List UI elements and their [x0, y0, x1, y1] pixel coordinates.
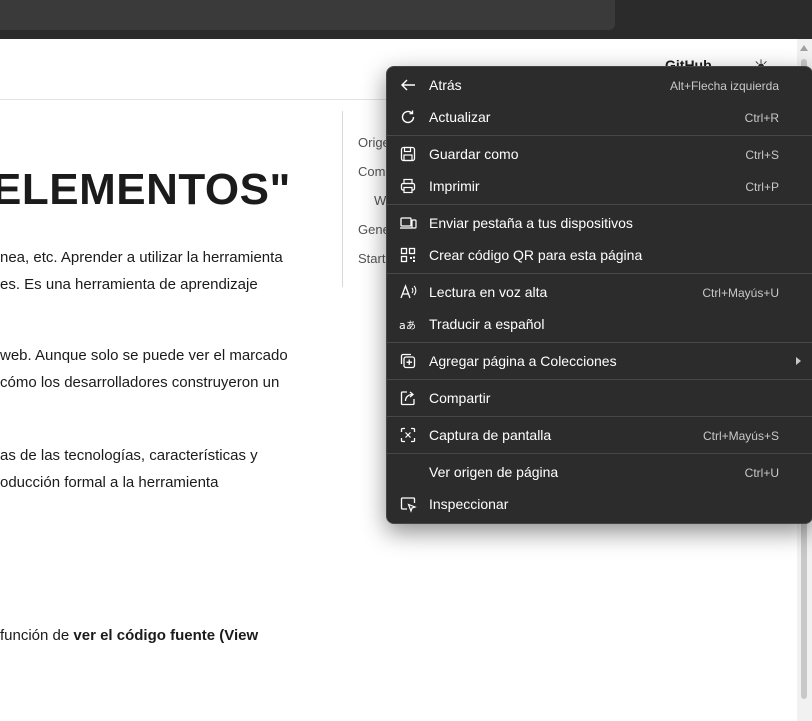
- menu-item-shortcut: Ctrl+Mayús+S: [702, 429, 779, 443]
- menu-separator: [387, 379, 812, 380]
- share-icon: [399, 389, 417, 407]
- menu-item-label: Guardar como: [429, 146, 519, 162]
- paragraph-3: as de las tecnologías, características y…: [0, 442, 258, 496]
- back-arrow-icon: [399, 76, 417, 94]
- paragraph-line: nea, etc. Aprender a utilizar la herrami…: [0, 249, 283, 266]
- paragraph-bold-text: ver el código fuente (View: [73, 627, 259, 644]
- menu-item-read-aloud[interactable]: Lectura en voz alta Ctrl+Mayús+U: [387, 276, 812, 308]
- paragraph-line: cómo los desarrolladores construyeron un: [0, 374, 280, 391]
- menu-item-shortcut: Ctrl+P: [745, 180, 779, 194]
- menu-item-screenshot[interactable]: Captura de pantalla Ctrl+Mayús+S: [387, 419, 812, 451]
- paragraph-line: as de las tecnologías, características y: [0, 447, 258, 464]
- menu-item-label: Atrás: [429, 77, 462, 93]
- menu-item-send-tab[interactable]: Enviar pestaña a tus dispositivos: [387, 207, 812, 239]
- menu-separator: [387, 453, 812, 454]
- screenshot-icon: [399, 426, 417, 444]
- devices-icon: [399, 214, 417, 232]
- paragraph-text: función de: [0, 627, 74, 644]
- menu-item-save-as[interactable]: Guardar como Ctrl+S: [387, 138, 812, 170]
- inspect-icon: [399, 495, 417, 513]
- menu-item-back[interactable]: Atrás Alt+Flecha izquierda: [387, 69, 812, 101]
- refresh-icon: [399, 108, 417, 126]
- paragraph-2: web. Aunque solo se puede ver el marcado…: [0, 342, 288, 396]
- qr-code-icon: [399, 246, 417, 264]
- translate-icon: aあ: [399, 315, 417, 333]
- page-title: ELEMENTOS": [0, 165, 291, 214]
- context-menu: Atrás Alt+Flecha izquierda Actualizar Ct…: [386, 66, 812, 524]
- toc-item[interactable]: Gene: [358, 222, 387, 237]
- print-icon: [399, 177, 417, 195]
- collections-icon: [399, 352, 417, 370]
- paragraph-4: función de ver el código fuente (View: [0, 622, 258, 649]
- paragraph-1: nea, etc. Aprender a utilizar la herrami…: [0, 244, 283, 298]
- menu-item-shortcut: Ctrl+S: [745, 148, 779, 162]
- menu-item-label: Ver origen de página: [429, 464, 559, 480]
- menu-item-label: Imprimir: [429, 178, 480, 194]
- toc-item[interactable]: Start: [358, 251, 387, 266]
- menu-item-label: Compartir: [429, 390, 491, 406]
- paragraph-line: es. Es una herramienta de aprendizaje: [0, 276, 258, 293]
- paragraph-line: oducción formal a la herramienta: [0, 474, 219, 491]
- menu-item-view-source[interactable]: Ver origen de página Ctrl+U: [387, 456, 812, 488]
- menu-item-shortcut: Ctrl+R: [744, 111, 779, 125]
- menu-item-label: Traducir a español: [429, 316, 545, 332]
- toc-item[interactable]: Como: [358, 164, 387, 179]
- tab-strip-edge: [0, 0, 615, 30]
- scroll-up-arrow[interactable]: [800, 45, 808, 51]
- menu-item-inspect[interactable]: Inspeccionar: [387, 488, 812, 520]
- menu-item-label: Crear código QR para esta página: [429, 247, 643, 263]
- menu-item-label: Enviar pestaña a tus dispositivos: [429, 215, 633, 231]
- save-icon: [399, 145, 417, 163]
- submenu-arrow-icon: [796, 357, 801, 365]
- menu-separator: [387, 204, 812, 205]
- svg-text:a: a: [399, 319, 406, 332]
- browser-tab-strip: [0, 0, 812, 39]
- menu-item-label: Inspeccionar: [429, 496, 509, 512]
- read-aloud-icon: [399, 283, 417, 301]
- menu-item-add-to-collections[interactable]: Agregar página a Colecciones: [387, 345, 812, 377]
- table-of-contents: Orige Como W Gene Start: [342, 111, 387, 287]
- menu-item-label: Agregar página a Colecciones: [429, 353, 617, 369]
- menu-separator: [387, 342, 812, 343]
- menu-item-translate[interactable]: aあ Traducir a español: [387, 308, 812, 340]
- paragraph-line: web. Aunque solo se puede ver el marcado: [0, 347, 288, 364]
- menu-item-shortcut: Ctrl+Mayús+U: [702, 286, 779, 300]
- menu-item-label: Captura de pantalla: [429, 427, 552, 443]
- menu-separator: [387, 416, 812, 417]
- menu-item-print[interactable]: Imprimir Ctrl+P: [387, 170, 812, 202]
- svg-text:あ: あ: [406, 320, 416, 332]
- menu-item-label: Actualizar: [429, 109, 491, 125]
- menu-separator: [387, 273, 812, 274]
- menu-item-label: Lectura en voz alta: [429, 284, 548, 300]
- menu-item-refresh[interactable]: Actualizar Ctrl+R: [387, 101, 812, 133]
- menu-separator: [387, 135, 812, 136]
- menu-item-shortcut: Ctrl+U: [744, 466, 779, 480]
- toc-item[interactable]: Orige: [358, 135, 387, 150]
- menu-item-qr-code[interactable]: Crear código QR para esta página: [387, 239, 812, 271]
- menu-item-share[interactable]: Compartir: [387, 382, 812, 414]
- menu-item-shortcut: Alt+Flecha izquierda: [669, 79, 779, 93]
